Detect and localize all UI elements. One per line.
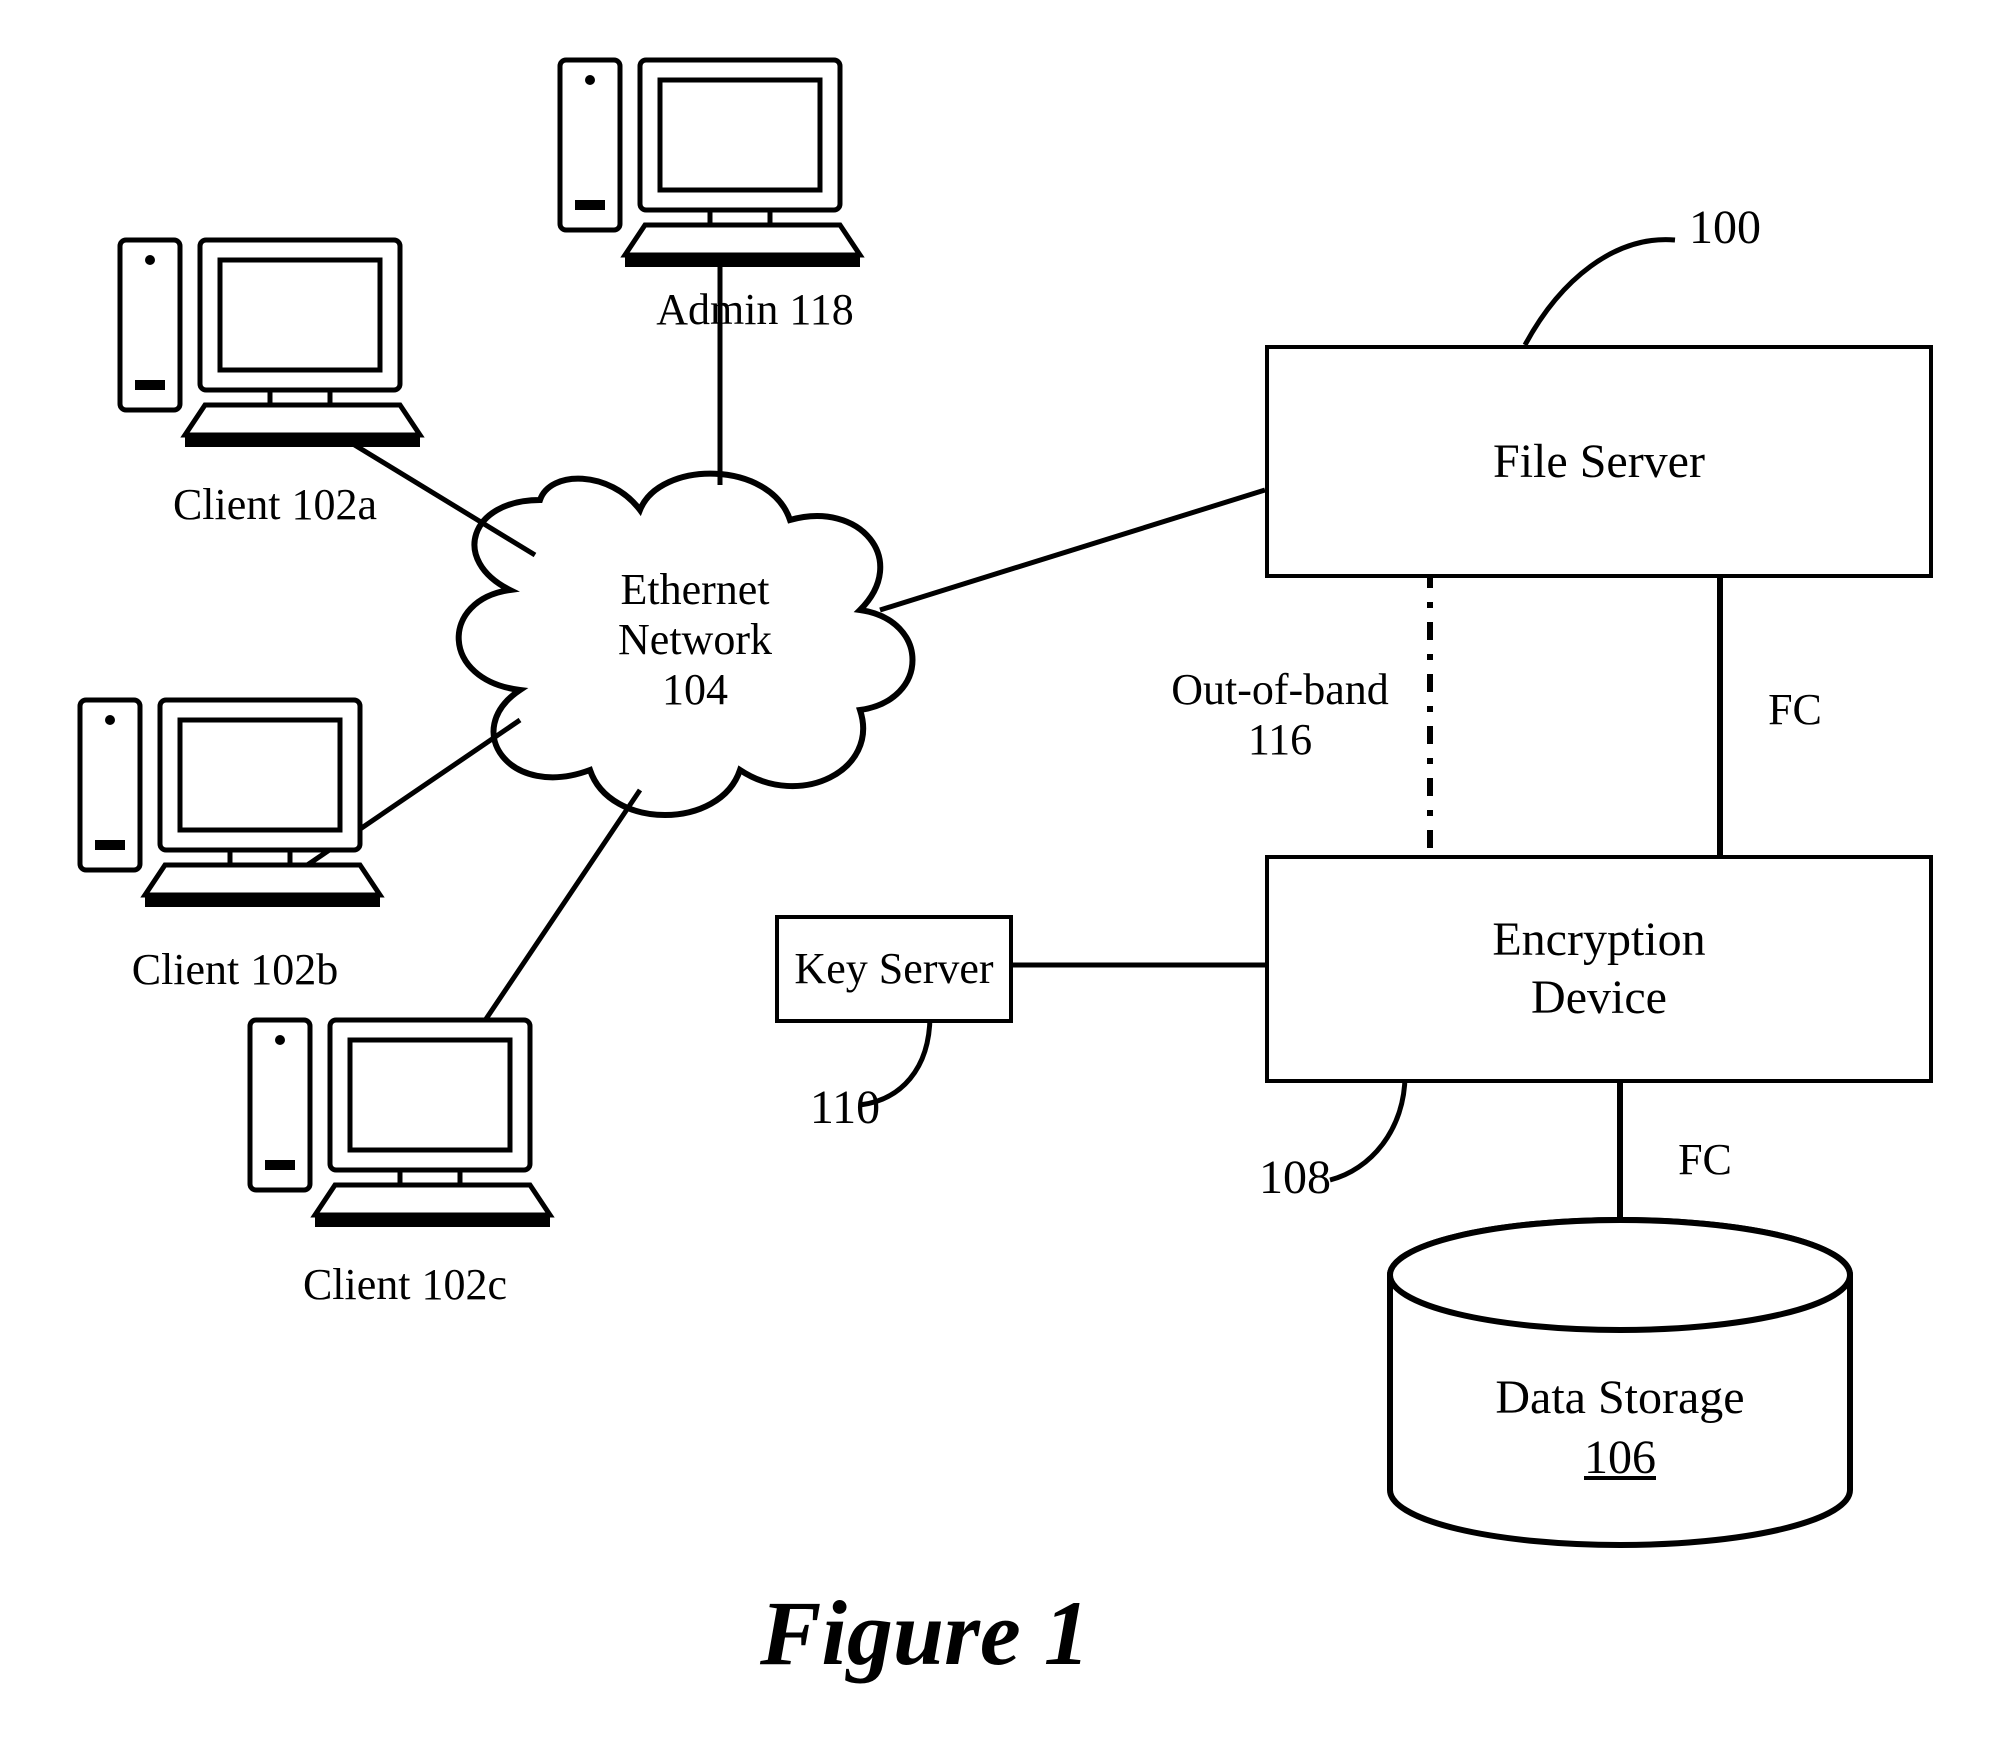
key-server-ref: 110 (790, 1080, 900, 1135)
client-c-label: Client 102c (275, 1260, 535, 1311)
file-server-ref: 100 (1670, 200, 1780, 255)
cloud-line2: Network (570, 615, 820, 666)
encryption-device-line2: Device (1531, 971, 1667, 1024)
file-server-box: File Server (1265, 345, 1933, 578)
oob-line1: Out-of-band (1140, 665, 1420, 716)
client-a-label: Client 102a (145, 480, 405, 531)
cloud-line1: Ethernet (570, 565, 820, 616)
cloud-line3: 104 (570, 665, 820, 716)
storage-label: Data Storage (1470, 1370, 1770, 1425)
fc2-label: FC (1660, 1135, 1750, 1186)
encryption-device-line1: Encryption (1492, 913, 1705, 966)
encryption-device-ref: 108 (1240, 1150, 1350, 1205)
file-server-label: File Server (1493, 433, 1705, 491)
figure-caption: Figure 1 (760, 1580, 1090, 1686)
key-server-box: Key Server (775, 915, 1013, 1023)
encryption-device-box: Encryption Device (1265, 855, 1933, 1083)
fc1-label: FC (1750, 685, 1840, 736)
client-b-label: Client 102b (100, 945, 370, 996)
storage-ref: 106 (1565, 1430, 1675, 1485)
oob-line2: 116 (1140, 715, 1420, 766)
key-server-label: Key Server (794, 943, 993, 996)
admin-label: Admin 118 (635, 285, 875, 336)
